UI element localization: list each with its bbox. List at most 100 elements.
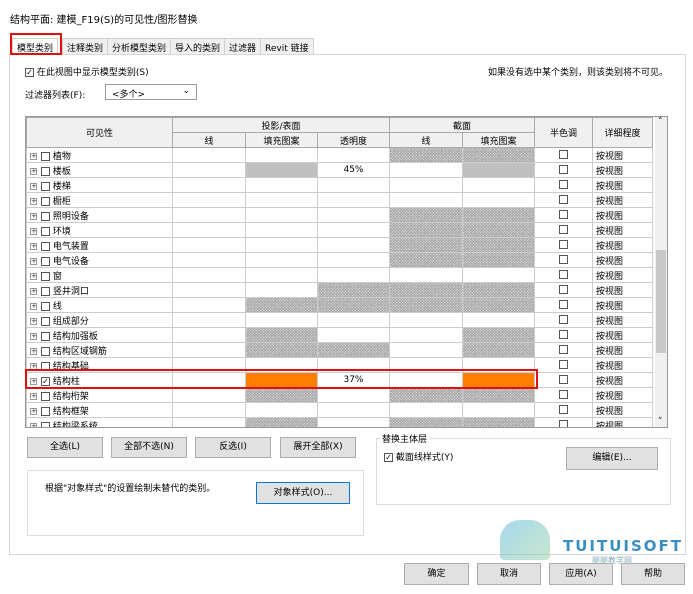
proj-transparency-cell[interactable] (317, 267, 390, 283)
cut-line-cell[interactable] (389, 207, 463, 223)
proj-fill-cell[interactable] (245, 327, 318, 343)
halftone-cell[interactable] (534, 252, 593, 268)
proj-fill-cell[interactable] (245, 207, 318, 223)
halftone-checkbox[interactable] (559, 300, 568, 309)
help-button[interactable]: 帮助 (621, 563, 685, 585)
visibility-checkbox[interactable] (41, 211, 50, 221)
table-row[interactable]: + 照明设备 按视图 (26, 207, 653, 223)
proj-fill-cell[interactable] (245, 162, 318, 178)
detail-cell[interactable]: 按视图 (592, 297, 653, 313)
proj-fill-cell[interactable] (245, 282, 318, 298)
visibility-checkbox[interactable] (41, 406, 50, 416)
proj-transparency-cell[interactable] (317, 252, 390, 268)
detail-cell[interactable]: 按视图 (592, 177, 653, 193)
proj-transparency-cell[interactable] (317, 327, 390, 343)
proj-transparency-cell[interactable] (317, 147, 390, 163)
category-cell[interactable]: + 照明设备 (26, 207, 173, 223)
detail-cell[interactable]: 按视图 (592, 207, 653, 223)
proj-transparency-cell[interactable] (317, 297, 390, 313)
halftone-cell[interactable] (534, 387, 593, 403)
visibility-checkbox[interactable] (41, 226, 50, 236)
detail-cell[interactable]: 按视图 (592, 147, 653, 163)
detail-cell[interactable]: 按视图 (592, 372, 653, 388)
proj-fill-cell[interactable] (245, 147, 318, 163)
detail-cell[interactable]: 按视图 (592, 192, 653, 208)
tab-5[interactable]: Revit 链接 (260, 38, 314, 54)
proj-transparency-cell[interactable] (317, 177, 390, 193)
proj-fill-cell[interactable] (245, 177, 318, 193)
visibility-checkbox[interactable] (41, 166, 50, 176)
table-row[interactable]: + 线 按视图 (26, 297, 653, 313)
cut-fill-cell[interactable] (462, 297, 535, 313)
detail-cell[interactable]: 按视图 (592, 357, 653, 373)
proj-transparency-cell[interactable] (317, 402, 390, 418)
edit-button[interactable]: 编辑(E)... (566, 447, 658, 470)
proj-line-cell[interactable] (172, 297, 246, 313)
cut-fill-cell[interactable] (462, 267, 535, 283)
expand-icon[interactable]: + (30, 332, 37, 340)
category-cell[interactable]: + 楼板 (26, 162, 173, 178)
table-row[interactable]: + 环境 按视图 (26, 222, 653, 238)
cut-line-cell[interactable] (389, 177, 463, 193)
expand-icon[interactable]: + (30, 212, 37, 220)
expand-icon[interactable]: + (30, 392, 37, 400)
apply-button[interactable]: 应用(A) (549, 563, 613, 585)
cut-fill-cell[interactable] (462, 402, 535, 418)
category-cell[interactable]: + 楼梯 (26, 177, 173, 193)
halftone-cell[interactable] (534, 267, 593, 283)
proj-fill-cell[interactable] (245, 192, 318, 208)
halftone-checkbox[interactable] (559, 345, 568, 354)
category-cell[interactable]: + 结构梁系统 (26, 417, 173, 427)
scroll-down-icon[interactable]: ˅ (658, 417, 663, 427)
expand-icon[interactable]: + (30, 242, 37, 250)
category-cell[interactable]: + 电气设备 (26, 252, 173, 268)
table-row[interactable]: + 橱柜 按视图 (26, 192, 653, 208)
detail-cell[interactable]: 按视图 (592, 387, 653, 403)
detail-cell[interactable]: 按视图 (592, 402, 653, 418)
halftone-cell[interactable] (534, 312, 593, 328)
proj-fill-cell[interactable] (245, 222, 318, 238)
halftone-checkbox[interactable] (559, 165, 568, 174)
proj-line-cell[interactable] (172, 207, 246, 223)
detail-cell[interactable]: 按视图 (592, 222, 653, 238)
expand-icon[interactable]: + (30, 272, 37, 280)
proj-fill-cell[interactable] (245, 387, 318, 403)
visibility-checkbox[interactable] (41, 316, 50, 326)
halftone-checkbox[interactable] (559, 150, 568, 159)
halftone-cell[interactable] (534, 282, 593, 298)
visibility-checkbox[interactable] (41, 346, 50, 356)
table-row[interactable]: + 结构加强板 按视图 (26, 327, 653, 343)
cut-fill-cell[interactable] (462, 342, 535, 358)
proj-transparency-cell[interactable] (317, 342, 390, 358)
scroll-up-icon[interactable]: ˄ (658, 117, 663, 127)
proj-line-cell[interactable] (172, 192, 246, 208)
halftone-cell[interactable] (534, 162, 593, 178)
table-row[interactable]: + 结构桁架 按视图 (26, 387, 653, 403)
cut-fill-cell[interactable] (462, 387, 535, 403)
halftone-checkbox[interactable] (559, 195, 568, 204)
proj-fill-cell[interactable] (245, 342, 318, 358)
cut-line-cell[interactable] (389, 342, 463, 358)
halftone-checkbox[interactable] (559, 315, 568, 324)
halftone-checkbox[interactable] (559, 390, 568, 399)
cut-line-cell[interactable] (389, 417, 463, 427)
cut-line-cell[interactable] (389, 387, 463, 403)
visibility-checkbox[interactable] (41, 331, 50, 341)
category-cell[interactable]: + 环境 (26, 222, 173, 238)
halftone-checkbox[interactable] (559, 210, 568, 219)
category-cell[interactable]: + 线 (26, 297, 173, 313)
proj-fill-cell[interactable] (245, 417, 318, 427)
proj-transparency-cell[interactable] (317, 312, 390, 328)
proj-line-cell[interactable] (172, 177, 246, 193)
visibility-checkbox[interactable] (41, 391, 50, 401)
expand-icon[interactable]: + (30, 407, 37, 415)
cut-fill-cell[interactable] (462, 177, 535, 193)
cut-line-cell[interactable] (389, 237, 463, 253)
halftone-checkbox[interactable] (559, 255, 568, 264)
cut-line-cell[interactable] (389, 192, 463, 208)
filter-list-dropdown[interactable]: <多个> ⌄ (105, 84, 197, 100)
table-row[interactable]: + 楼梯 按视图 (26, 177, 653, 193)
detail-cell[interactable]: 按视图 (592, 312, 653, 328)
cut-line-cell[interactable] (389, 162, 463, 178)
proj-line-cell[interactable] (172, 327, 246, 343)
